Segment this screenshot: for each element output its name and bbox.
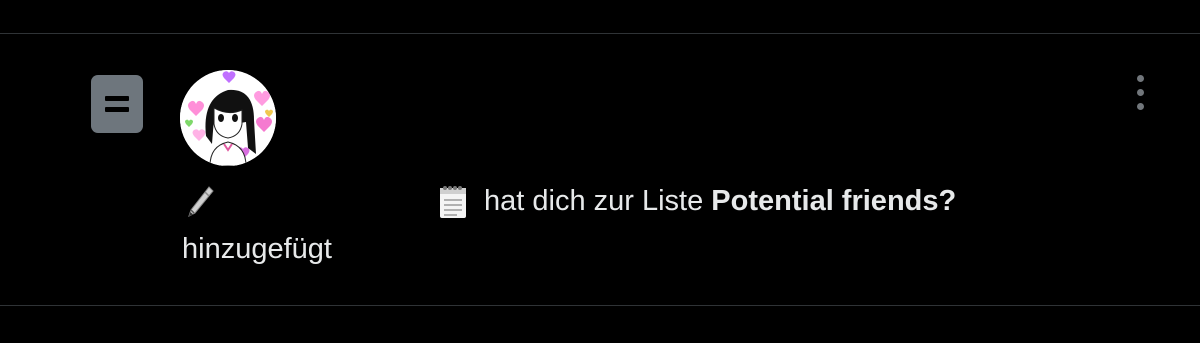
- list-icon: [91, 75, 143, 133]
- more-options-button[interactable]: [1122, 70, 1160, 116]
- list-added-notification[interactable]: [0, 34, 1200, 305]
- action-text: hat dich zur Liste: [484, 185, 704, 217]
- more-dot-icon: [1137, 103, 1144, 110]
- bottom-divider: [0, 305, 1200, 306]
- action-suffix: hinzugefügt: [182, 233, 332, 265]
- notification-message: hat dich zur Liste Potential friends?: [484, 181, 956, 221]
- avatar[interactable]: [180, 70, 276, 166]
- more-dot-icon: [1137, 75, 1144, 82]
- list-name-link[interactable]: Potential friends?: [711, 185, 956, 217]
- notepad-icon: [437, 183, 469, 219]
- pencil-icon: [184, 184, 214, 220]
- more-dot-icon: [1137, 89, 1144, 96]
